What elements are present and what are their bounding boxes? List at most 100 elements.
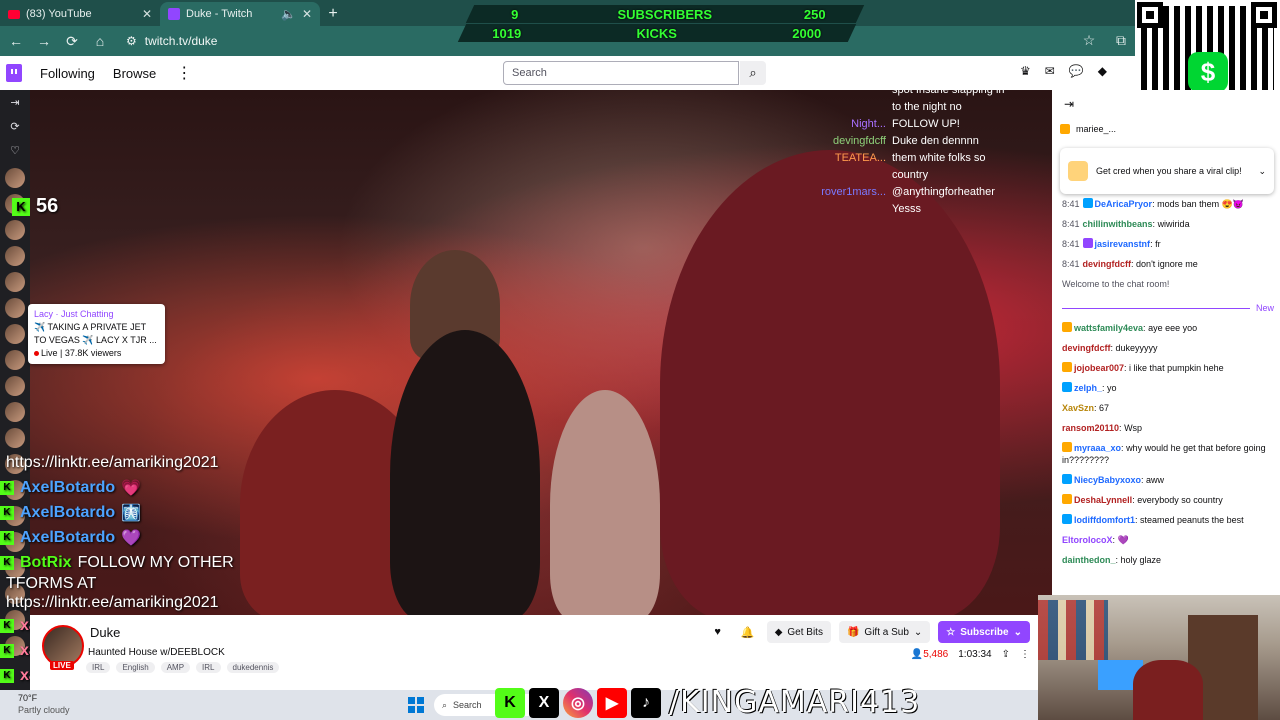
bookmark-star-icon[interactable]: ☆ [1081,32,1097,49]
badge-icon [1062,514,1072,524]
overlay-chat-message: them white folks so [892,152,986,164]
chat-message: EltoroIocoX: 💜 [1062,535,1129,545]
pinned-chatter[interactable]: mariee_... [1060,122,1150,136]
back-icon[interactable]: ← [8,33,24,49]
tab-twitch[interactable]: Duke - Twitch 🔈 ✕ [160,2,320,26]
chat-message: devingfdcff: dukeyyyyy [1062,343,1158,353]
reload-icon[interactable]: ⟳ [64,33,80,50]
chat-text: mods ban them 😍😈 [1157,199,1245,209]
extensions-icon[interactable]: ⧉ [1113,32,1129,49]
chat-username[interactable]: EltoroIocoX [1062,535,1113,545]
chat-username[interactable]: ransom20110 [1062,423,1119,433]
cred-text: Get cred when you share a viral clip! [1096,166,1242,176]
channel-name[interactable]: Duke [90,625,120,640]
expand-sidebar-icon[interactable]: ⇥ [0,90,30,114]
new-messages-divider: New [1062,302,1274,314]
chat-username[interactable]: devingfdcff [1083,259,1132,269]
overlay-chat-line: to the night no [812,99,1042,116]
follow-heart-icon[interactable]: ♥ [707,621,729,643]
chat-username[interactable]: dainthedon_ [1062,555,1116,565]
chat-username[interactable]: DeshaLynnell [1074,495,1132,505]
overlay-chat-user [812,167,886,184]
new-tab-button[interactable]: + [320,2,346,26]
twitch-chat-overlay: spot Insane slapping in to the night no … [812,82,1042,218]
kick-chat-line: https://linktr.ee/amariking2021 [0,450,300,475]
gift-sub-label: Gift a Sub [864,626,909,638]
chat-username[interactable]: NiecyBabyxoxo [1074,475,1141,485]
search-input[interactable]: Search [503,61,739,85]
heart-icon[interactable]: ♡ [0,138,30,162]
close-icon[interactable]: ✕ [142,7,152,21]
stream-uptime: 1:03:34 [958,649,992,660]
notification-bell-icon[interactable]: 🔔 [737,621,759,643]
channel-avatar[interactable] [5,272,25,292]
collapse-chat-icon[interactable]: ⇥ [1064,97,1074,111]
speaker-icon[interactable]: 🔈 [281,7,296,21]
chat-username[interactable]: DeAricaPryor [1095,199,1153,209]
more-options-icon[interactable]: ⋮ [1020,649,1030,660]
qr-finder [1137,2,1163,28]
tag[interactable]: dukedennis [226,662,280,673]
tag[interactable]: IRL [86,662,111,673]
chat-messages: 8:41 DeAricaPryor: mods ban them 😍😈 8:41 c… [1062,198,1274,574]
following-link[interactable]: Following [40,66,95,81]
share-icon[interactable]: ⇪ [1002,649,1010,660]
channel-avatar[interactable] [5,376,25,396]
stream-title: Haunted House w/DEEBLOCK [88,647,225,658]
recommended-icon[interactable]: ⟳ [0,114,30,138]
chat-username[interactable]: XavSzn [1062,403,1094,413]
get-bits-button[interactable]: ◆ Get Bits [766,621,831,643]
chat-username[interactable]: jojobear007 [1074,363,1124,373]
chat-username[interactable]: chillinwithbeans [1083,219,1153,229]
subscribe-button[interactable]: ☆ Subscribe ⌄ [938,621,1030,643]
channel-avatar[interactable] [5,246,25,266]
badge-icon [1082,238,1093,248]
home-icon[interactable]: ⌂ [92,33,108,49]
url-field[interactable]: ⚙ twitch.tv/duke [126,34,217,48]
chat-username[interactable]: myraaa_xo [1074,443,1121,453]
chat-username[interactable]: wattsfamily4eva [1074,323,1143,333]
channel-hover-card[interactable]: Lacy · Just Chatting ✈️ TAKING A PRIVATE… [28,304,165,364]
inbox-icon[interactable]: ✉ [1045,64,1055,78]
kick-badge-icon: K [0,555,14,570]
kick-chat-line: TFORMS AT [0,575,300,593]
channel-avatar[interactable] [5,324,25,344]
channel-avatar[interactable] [5,168,25,188]
tab-title: Duke - Twitch [186,8,253,20]
channel-avatar[interactable] [5,298,25,318]
chat-message: 8:41 jasirevanstnf: fr [1062,238,1161,249]
channel-avatar[interactable] [5,220,25,240]
weather-widget[interactable]: 70°F Partly cloudy [18,692,70,716]
chevron-down-icon[interactable]: ⌄ [1258,166,1266,177]
windows-start-icon[interactable] [408,697,424,713]
chat-text: 💜 [1117,535,1129,545]
tab-youtube[interactable]: (83) YouTube ✕ [0,2,160,26]
chat-username[interactable]: jasirevanstnf [1095,239,1151,249]
chat-username[interactable]: zelph_ [1074,383,1102,393]
live-dot-icon [34,351,39,356]
search-icon[interactable]: ⌕ [740,61,766,85]
tag[interactable]: IRL [196,662,221,673]
chat-message: 8:41 chillinwithbeans: wiwirida [1062,219,1190,229]
browse-link[interactable]: Browse [113,66,156,81]
site-info-icon[interactable]: ⚙ [126,34,137,48]
cred-promo-card[interactable]: Get cred when you share a viral clip! ⌄ [1060,148,1274,194]
close-icon[interactable]: ✕ [302,7,312,21]
chat-username[interactable]: lodiffdomfort1 [1074,515,1135,525]
chat-username[interactable]: devingfdcff [1062,343,1111,353]
gift-sub-button[interactable]: 🎁 Gift a Sub ⌄ [838,621,931,643]
crown-icon[interactable]: ♛ [1020,64,1031,78]
tag[interactable]: AMP [160,662,191,673]
channel-avatar[interactable] [5,428,25,448]
forward-icon[interactable]: → [36,33,52,49]
channel-avatar[interactable] [5,350,25,370]
kick-chat-message: 🩻 [121,504,142,522]
more-icon[interactable]: ⋮ [176,63,192,83]
tag[interactable]: English [116,662,155,673]
channel-actions: ♥ 🔔 ◆ Get Bits 🎁 Gift a Sub ⌄ ☆ Subscribe ⌄ [707,621,1030,643]
twitch-logo-icon[interactable] [6,64,22,82]
bits-icon[interactable]: ◆ [1098,64,1107,78]
cashapp-icon: $ [1188,52,1228,92]
whispers-icon[interactable]: 💬 [1069,64,1084,78]
channel-avatar[interactable] [5,402,25,422]
